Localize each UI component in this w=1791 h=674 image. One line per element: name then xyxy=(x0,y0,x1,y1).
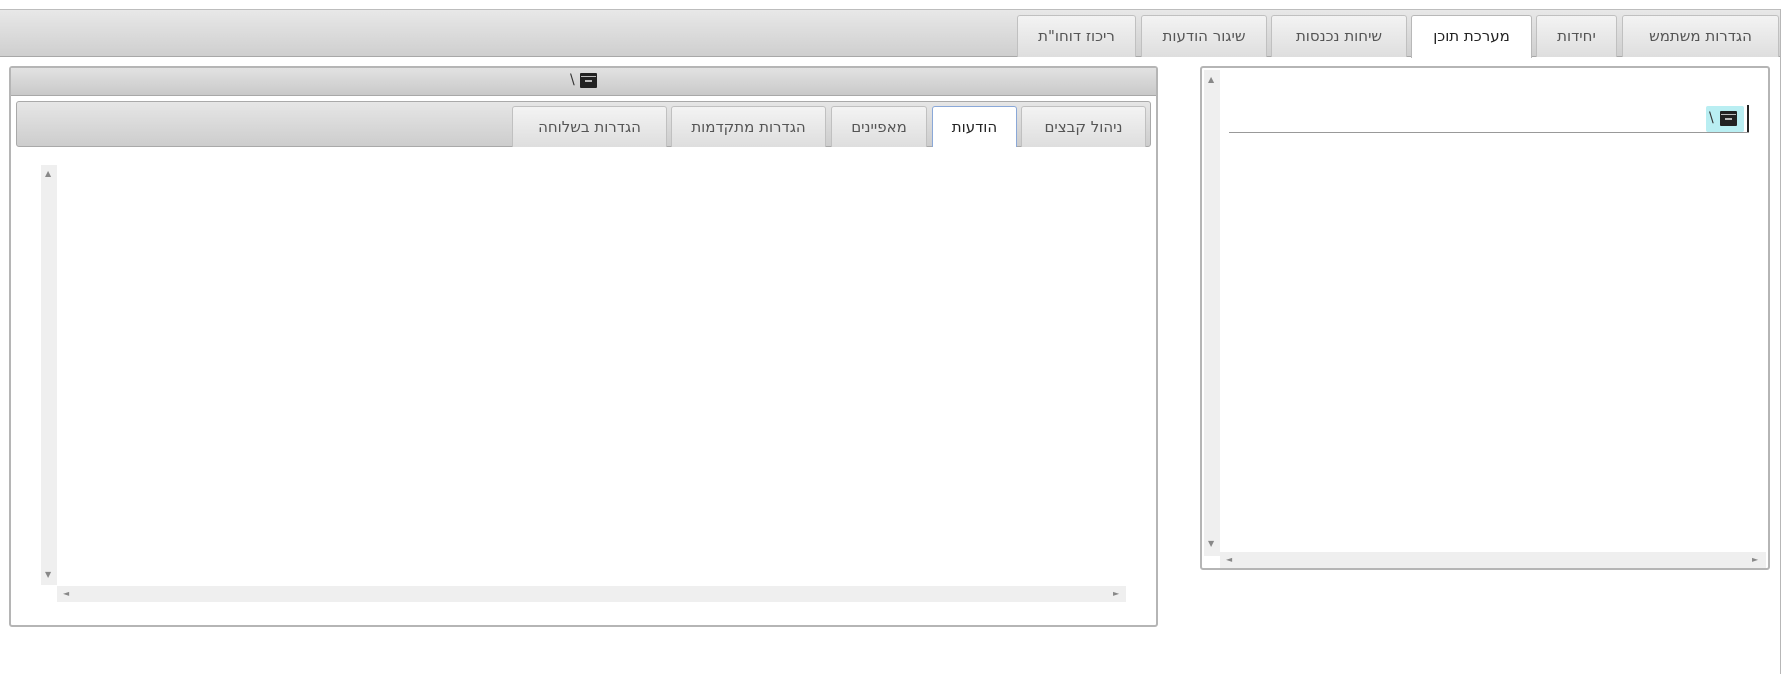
scroll-right-arrow[interactable]: ► xyxy=(1752,556,1758,564)
right-border-line xyxy=(1780,9,1781,674)
content-subtab-bar: ניהול קבצים הודעות מאפיינים הגדרות מתקדמ… xyxy=(16,101,1151,147)
archive-box-icon xyxy=(1720,111,1737,126)
content-horizontal-scrollbar[interactable]: ◄ ► xyxy=(57,586,1126,602)
subtab-file-management[interactable]: ניהול קבצים xyxy=(1021,106,1146,147)
scroll-up-arrow[interactable]: ▲ xyxy=(1208,76,1214,84)
tab-content-system[interactable]: מערכת תוכן xyxy=(1411,15,1532,58)
subtab-advanced-settings[interactable]: הגדרות מתקדמות xyxy=(671,106,826,147)
scroll-left-arrow[interactable]: ◄ xyxy=(63,590,69,598)
scroll-down-arrow[interactable]: ▼ xyxy=(45,571,51,579)
tree-vertical-scrollbar[interactable]: ▲ ▼ xyxy=(1204,70,1220,556)
scroll-down-arrow[interactable]: ▼ xyxy=(1208,540,1214,548)
content-panel: \ ניהול קבצים הודעות מאפיינים הגדרות מתק… xyxy=(9,66,1158,627)
content-vertical-scrollbar[interactable]: ▲ ▼ xyxy=(41,165,57,585)
tree-horizontal-scrollbar[interactable]: ◄ ► xyxy=(1220,552,1766,568)
subtab-properties[interactable]: מאפיינים xyxy=(831,106,927,147)
scroll-up-arrow[interactable]: ▲ xyxy=(45,170,51,178)
tree-panel: ▲ ▼ ◄ ► \ xyxy=(1200,66,1770,570)
tree-root-path: \ xyxy=(1709,110,1714,126)
tab-incoming-calls[interactable]: שיחות נכנסות xyxy=(1271,15,1407,57)
scroll-right-arrow[interactable]: ► xyxy=(1113,590,1119,598)
tab-message-dispatch[interactable]: שיגור הודעות xyxy=(1141,15,1267,57)
tab-units[interactable]: יחידות xyxy=(1536,15,1617,57)
tab-user-settings[interactable]: הגדרות משתמש xyxy=(1622,15,1779,57)
tree-root-node[interactable]: \ xyxy=(1706,106,1744,132)
archive-box-icon xyxy=(580,73,597,88)
scroll-left-arrow[interactable]: ◄ xyxy=(1226,556,1232,564)
content-panel-header: \ xyxy=(11,68,1156,96)
tree-root-underline xyxy=(1229,132,1749,133)
tab-reports-summary[interactable]: ריכוז דוחו"ת xyxy=(1017,15,1136,57)
subtab-extension-settings[interactable]: הגדרות בשלוחה xyxy=(512,106,667,147)
header-path: \ xyxy=(570,72,575,88)
text-caret xyxy=(1747,105,1749,132)
subtab-messages[interactable]: הודעות xyxy=(932,106,1017,147)
